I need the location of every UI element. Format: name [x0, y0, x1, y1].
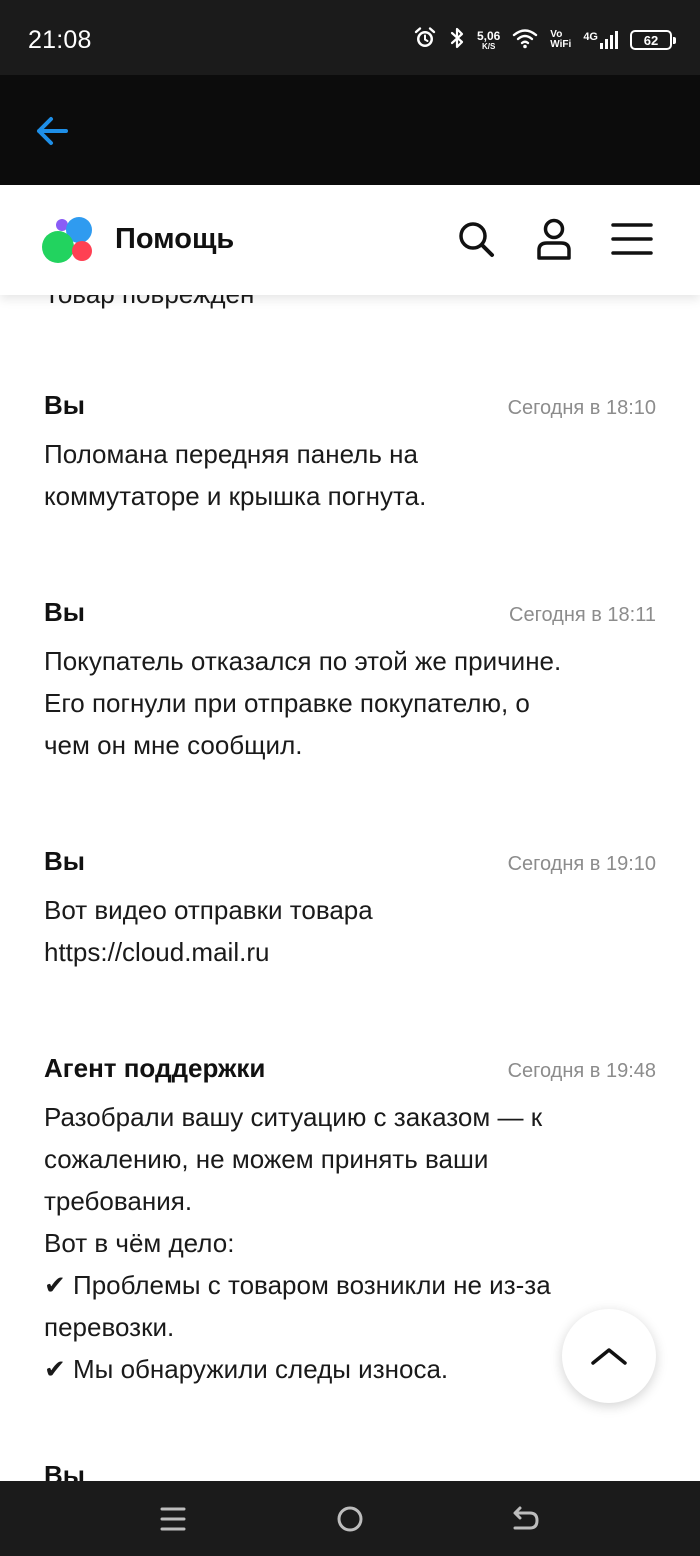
page-title: Помощь — [115, 223, 235, 255]
speed-value: 5,06 — [476, 28, 501, 43]
message-author: Вы — [44, 597, 85, 627]
message-header: Агент поддержки Сегодня в 19:48 — [44, 1053, 656, 1084]
vowifi-indicator: Vo WiFi — [550, 30, 571, 50]
message-link[interactable]: https://cloud.mail.ru — [44, 937, 269, 967]
status-bar: 21:08 5,06 K/S Vo WiFi 4G 62 — [0, 0, 700, 75]
message-author: Вы — [44, 1460, 85, 1481]
message-time: Сегодня в 19:10 — [507, 853, 656, 875]
page-header: Помощь — [0, 185, 700, 295]
menu-button[interactable] — [609, 216, 655, 262]
message-text: Товар поврежден — [44, 295, 656, 315]
bluetooth-icon — [449, 27, 465, 54]
message-time: Сегодня в 19:48 — [507, 1060, 656, 1082]
user-icon — [537, 218, 571, 260]
message-header: Вы Сегодня в 18:10 — [44, 390, 656, 421]
message-text: Поломана передняя панель на коммутаторе … — [44, 439, 427, 511]
network-speed: 5,06 K/S — [477, 30, 500, 51]
redacted-area — [269, 939, 390, 970]
home-icon — [337, 1506, 363, 1532]
home-button[interactable] — [330, 1499, 370, 1539]
message-list: Товар поврежден Вы Сегодня в 18:10 Полом… — [44, 295, 656, 1481]
signal-indicator: 4G — [583, 31, 618, 49]
alarm-icon — [413, 26, 437, 55]
status-icons: 5,06 K/S Vo WiFi 4G 62 — [413, 22, 676, 58]
message-item: Вы Сегодня в 18:11 Покупатель отказался … — [44, 597, 656, 766]
back-button[interactable] — [28, 109, 76, 153]
arrow-left-icon — [37, 117, 68, 145]
recents-icon — [160, 1507, 186, 1531]
message-item: Вы Сегодня в 19:10 Вот видео отправки то… — [44, 846, 656, 973]
message-text: Покупатель отказался по этой же причине.… — [44, 646, 562, 760]
message-time: Сегодня в 18:11 — [509, 604, 656, 626]
chevron-up-icon — [591, 1348, 627, 1365]
status-time: 21:08 — [28, 26, 92, 54]
search-icon — [459, 222, 494, 257]
message-author: Вы — [44, 846, 85, 876]
message-author: Вы — [44, 390, 85, 420]
scroll-top-button[interactable] — [562, 1309, 656, 1403]
search-button[interactable] — [453, 216, 499, 262]
wifi-icon — [512, 27, 538, 54]
message-author: Агент поддержки — [44, 1053, 266, 1083]
back-icon — [513, 1506, 539, 1530]
message-time: Сегодня в 18:10 — [507, 397, 656, 419]
message-header: Вы Сегодня в 19:10 — [44, 846, 656, 877]
hamburger-menu-icon — [611, 223, 653, 255]
network-type: 4G — [583, 31, 598, 43]
battery-icon: 62 — [630, 30, 676, 50]
system-nav-bar — [0, 1481, 700, 1556]
message-header: Вы — [44, 1460, 656, 1481]
speed-unit: K/S — [481, 41, 496, 51]
logo[interactable] — [42, 217, 94, 263]
recents-button[interactable] — [153, 1499, 193, 1539]
message-header: Вы Сегодня в 18:11 — [44, 597, 656, 628]
nav-back-button[interactable] — [506, 1499, 546, 1539]
message-item: Товар поврежден — [44, 295, 656, 315]
message-item: Вы — [44, 1460, 656, 1481]
message-item: Вы Сегодня в 18:10 Поломана передняя пан… — [44, 390, 656, 517]
app-bar — [0, 75, 700, 185]
message-thread[interactable]: Товар поврежден Вы Сегодня в 18:10 Полом… — [0, 295, 700, 1481]
signal-bars-icon — [600, 31, 618, 49]
battery-level: 62 — [643, 32, 659, 48]
vowifi-bottom: WiFi — [550, 39, 572, 50]
message-text-line: Вот видео отправки товара — [44, 895, 373, 925]
message-text: Вот видео отправки товара https://cloud.… — [44, 889, 656, 973]
profile-button[interactable] — [531, 216, 577, 262]
